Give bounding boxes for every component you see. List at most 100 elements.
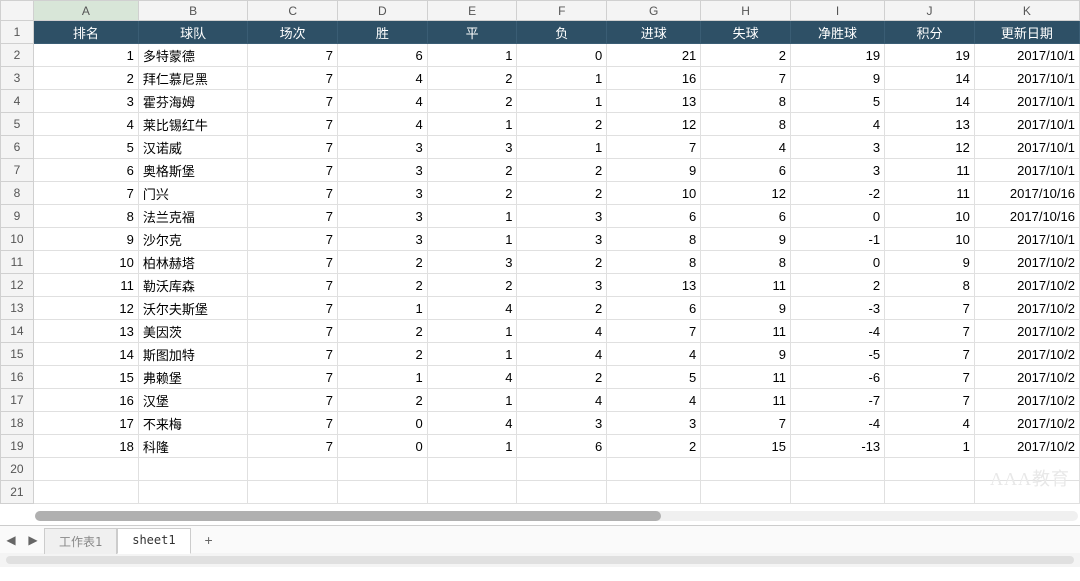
cell-team[interactable]: 法兰克福 (138, 205, 247, 228)
cell-draw[interactable]: 2 (427, 90, 517, 113)
cell-date[interactable]: 2017/10/1 (974, 136, 1079, 159)
cell-date[interactable]: 2017/10/2 (974, 251, 1079, 274)
cell-gf[interactable]: 16 (607, 67, 701, 90)
cell-team[interactable]: 奥格斯堡 (138, 159, 247, 182)
cell-played[interactable]: 7 (248, 228, 338, 251)
cell-gf[interactable]: 9 (607, 159, 701, 182)
row-header[interactable]: 15 (1, 343, 34, 366)
row-header[interactable]: 6 (1, 136, 34, 159)
cell-ga[interactable]: 7 (701, 412, 791, 435)
cell-loss[interactable]: 2 (517, 182, 607, 205)
cell-rank[interactable]: 1 (33, 44, 138, 67)
cell-played[interactable]: 7 (248, 205, 338, 228)
cell-rank[interactable]: 15 (33, 366, 138, 389)
cell-win[interactable]: 1 (338, 297, 428, 320)
cell-draw[interactable]: 2 (427, 159, 517, 182)
cell-win[interactable]: 0 (338, 435, 428, 458)
row-header[interactable]: 2 (1, 44, 34, 67)
cell-ga[interactable]: 11 (701, 366, 791, 389)
row-header[interactable]: 18 (1, 412, 34, 435)
cell-empty[interactable] (701, 458, 791, 481)
header-cell[interactable]: 负 (517, 21, 607, 44)
row-header[interactable]: 11 (1, 251, 34, 274)
header-cell[interactable]: 更新日期 (974, 21, 1079, 44)
column-header-B[interactable]: B (138, 1, 247, 21)
cell-date[interactable]: 2017/10/2 (974, 412, 1079, 435)
column-header-D[interactable]: D (338, 1, 428, 21)
cell-gd[interactable]: 19 (791, 44, 885, 67)
header-cell[interactable]: 排名 (33, 21, 138, 44)
cell-empty[interactable] (138, 458, 247, 481)
cell-draw[interactable]: 1 (427, 320, 517, 343)
cell-loss[interactable]: 4 (517, 389, 607, 412)
cell-empty[interactable] (33, 458, 138, 481)
cell-pts[interactable]: 10 (885, 228, 975, 251)
row-header[interactable]: 21 (1, 481, 34, 504)
cell-date[interactable]: 2017/10/2 (974, 343, 1079, 366)
cell-draw[interactable]: 2 (427, 67, 517, 90)
cell-draw[interactable]: 4 (427, 412, 517, 435)
cell-date[interactable]: 2017/10/2 (974, 389, 1079, 412)
cell-team[interactable]: 门兴 (138, 182, 247, 205)
cell-date[interactable]: 2017/10/2 (974, 320, 1079, 343)
cell-played[interactable]: 7 (248, 159, 338, 182)
cell-gd[interactable]: -2 (791, 182, 885, 205)
cell-ga[interactable]: 9 (701, 297, 791, 320)
cell-played[interactable]: 7 (248, 251, 338, 274)
cell-rank[interactable]: 16 (33, 389, 138, 412)
cell-loss[interactable]: 2 (517, 251, 607, 274)
cell-rank[interactable]: 4 (33, 113, 138, 136)
cell-gd[interactable]: 5 (791, 90, 885, 113)
cell-ga[interactable]: 11 (701, 274, 791, 297)
cell-pts[interactable]: 7 (885, 366, 975, 389)
cell-gd[interactable]: 3 (791, 159, 885, 182)
cell-ga[interactable]: 8 (701, 90, 791, 113)
cell-win[interactable]: 3 (338, 182, 428, 205)
cell-empty[interactable] (248, 481, 338, 504)
cell-gf[interactable]: 6 (607, 297, 701, 320)
cell-ga[interactable]: 11 (701, 389, 791, 412)
cell-pts[interactable]: 14 (885, 90, 975, 113)
cell-played[interactable]: 7 (248, 297, 338, 320)
grid-scrollbar-horizontal[interactable] (35, 511, 1078, 521)
cell-ga[interactable]: 7 (701, 67, 791, 90)
cell-played[interactable]: 7 (248, 389, 338, 412)
cell-win[interactable]: 6 (338, 44, 428, 67)
cell-draw[interactable]: 1 (427, 435, 517, 458)
cell-pts[interactable]: 14 (885, 67, 975, 90)
cell-empty[interactable] (974, 481, 1079, 504)
cell-loss[interactable]: 3 (517, 205, 607, 228)
row-header[interactable]: 5 (1, 113, 34, 136)
cell-gf[interactable]: 6 (607, 205, 701, 228)
row-header[interactable]: 14 (1, 320, 34, 343)
cell-gd[interactable]: 9 (791, 67, 885, 90)
cell-rank[interactable]: 12 (33, 297, 138, 320)
cell-loss[interactable]: 2 (517, 113, 607, 136)
cell-rank[interactable]: 17 (33, 412, 138, 435)
cell-team[interactable]: 勒沃库森 (138, 274, 247, 297)
cell-played[interactable]: 7 (248, 366, 338, 389)
header-cell[interactable]: 进球 (607, 21, 701, 44)
cell-date[interactable]: 2017/10/1 (974, 67, 1079, 90)
cell-win[interactable]: 3 (338, 228, 428, 251)
header-cell[interactable]: 净胜球 (791, 21, 885, 44)
cell-win[interactable]: 4 (338, 90, 428, 113)
cell-gf[interactable]: 5 (607, 366, 701, 389)
cell-date[interactable]: 2017/10/1 (974, 44, 1079, 67)
cell-pts[interactable]: 13 (885, 113, 975, 136)
cell-win[interactable]: 4 (338, 113, 428, 136)
cell-pts[interactable]: 7 (885, 297, 975, 320)
cell-pts[interactable]: 11 (885, 159, 975, 182)
cell-ga[interactable]: 2 (701, 44, 791, 67)
column-header-C[interactable]: C (248, 1, 338, 21)
header-cell[interactable]: 积分 (885, 21, 975, 44)
cell-gf[interactable]: 13 (607, 274, 701, 297)
column-header-H[interactable]: H (701, 1, 791, 21)
cell-gd[interactable]: -3 (791, 297, 885, 320)
cell-loss[interactable]: 0 (517, 44, 607, 67)
cell-played[interactable]: 7 (248, 343, 338, 366)
cell-rank[interactable]: 3 (33, 90, 138, 113)
cell-team[interactable]: 沃尔夫斯堡 (138, 297, 247, 320)
cell-team[interactable]: 霍芬海姆 (138, 90, 247, 113)
cell-loss[interactable]: 2 (517, 366, 607, 389)
